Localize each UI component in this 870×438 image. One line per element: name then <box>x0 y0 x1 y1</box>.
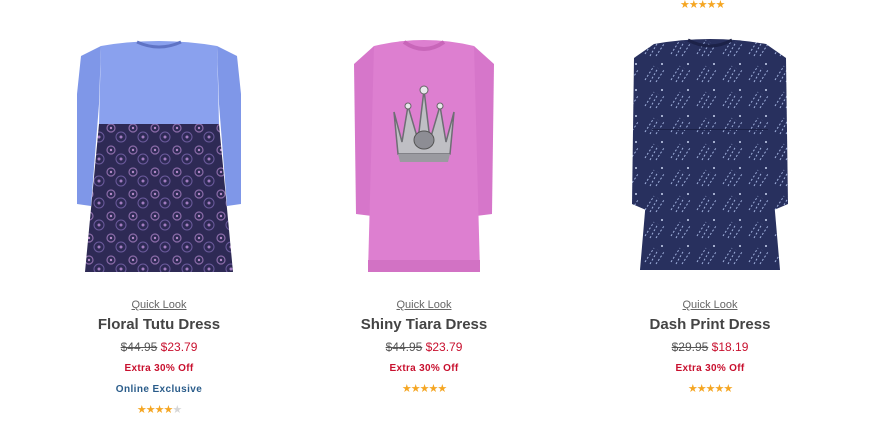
promo-text: Extra 30% Off <box>389 363 459 374</box>
quick-look-link[interactable]: Quick Look <box>396 298 451 312</box>
star-filled-icon: ★ <box>715 0 726 11</box>
online-exclusive-badge: Online Exclusive <box>115 384 203 395</box>
shiny-tiara-dress-image <box>354 40 494 272</box>
product-card[interactable]: Quick Look Shiny Tiara Dress $44.95 $23.… <box>304 34 544 395</box>
product-image[interactable] <box>590 34 830 280</box>
product-price: $29.95 $18.19 <box>590 340 830 355</box>
star-rating: ★★★★★ <box>590 383 830 395</box>
sale-price: $18.19 <box>711 340 749 354</box>
previous-row-rating: ★★★★★ <box>680 0 726 11</box>
quick-look-link[interactable]: Quick Look <box>131 298 186 312</box>
product-price: $44.95 $23.79 <box>304 340 544 355</box>
star-rating: ★★★★★ <box>304 383 544 395</box>
star-filled-icon: ★ <box>706 0 717 11</box>
star-filled-icon: ★ <box>401 383 412 395</box>
star-filled-icon: ★ <box>437 383 447 395</box>
star-empty-icon: ★ <box>172 404 182 416</box>
quick-look-link[interactable]: Quick Look <box>682 298 737 312</box>
product-image[interactable] <box>39 34 279 280</box>
star-filled-icon: ★ <box>410 383 421 395</box>
product-card[interactable]: Quick Look Floral Tutu Dress $44.95 $23.… <box>39 34 279 416</box>
star-filled-icon: ★ <box>697 0 708 11</box>
original-price: $44.95 <box>385 340 423 354</box>
star-filled-icon: ★ <box>428 383 438 395</box>
product-image[interactable] <box>304 34 544 280</box>
floral-tutu-dress-image <box>77 40 241 272</box>
promo-text: Extra 30% Off <box>124 363 194 374</box>
star-rating: ★★★★★ <box>39 404 279 416</box>
product-name[interactable]: Dash Print Dress <box>590 316 830 334</box>
product-card[interactable]: Quick Look Dash Print Dress $29.95 $18.1… <box>590 34 830 395</box>
sale-price: $23.79 <box>160 340 198 354</box>
sale-price: $23.79 <box>425 340 463 354</box>
star-filled-icon: ★ <box>145 404 156 416</box>
product-price: $44.95 $23.79 <box>39 340 279 355</box>
dash-print-dress-image <box>632 38 788 270</box>
original-price: $29.95 <box>671 340 709 354</box>
star-filled-icon: ★ <box>163 404 173 416</box>
product-name[interactable]: Floral Tutu Dress <box>39 316 279 334</box>
star-filled-icon: ★ <box>687 383 698 395</box>
original-price: $44.95 <box>120 340 158 354</box>
product-name[interactable]: Shiny Tiara Dress <box>304 316 544 334</box>
star-filled-icon: ★ <box>714 383 724 395</box>
star-filled-icon: ★ <box>136 404 147 416</box>
product-grid-page: ★★★★★ Quick Look Floral Tutu Dress $44.9… <box>0 0 870 438</box>
star-filled-icon: ★ <box>688 0 699 11</box>
star-filled-icon: ★ <box>696 383 707 395</box>
promo-text: Extra 30% Off <box>675 363 745 374</box>
star-filled-icon: ★ <box>680 0 690 11</box>
star-filled-icon: ★ <box>723 383 733 395</box>
